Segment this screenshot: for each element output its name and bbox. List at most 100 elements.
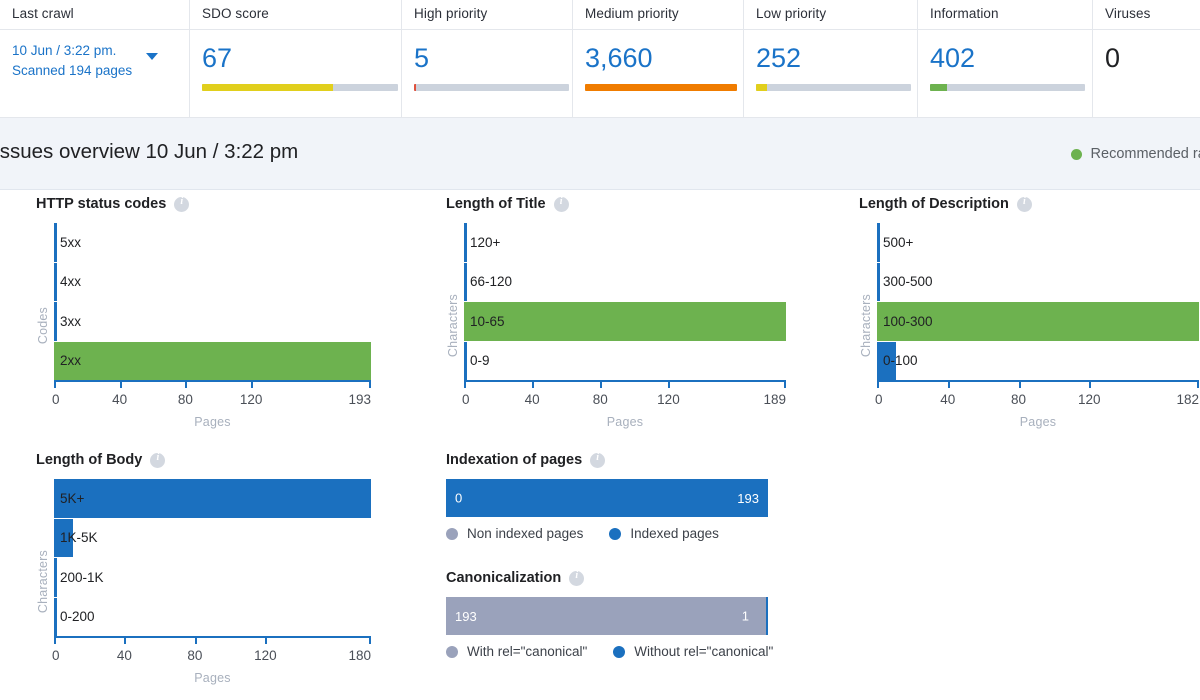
summary-value-sdo-score: 67 xyxy=(202,43,401,73)
last-crawl-info[interactable]: 10 Jun / 3:22 pm. Scanned 194 pages xyxy=(12,41,132,81)
bar-row[interactable]: 0-100 xyxy=(877,342,1199,381)
x-axis-tick-label: 0 xyxy=(875,392,883,407)
summary-cell-high-priority: High priority 5 xyxy=(402,0,573,117)
bar-row[interactable]: 5K+ xyxy=(54,479,371,518)
info-icon[interactable] xyxy=(174,197,189,212)
bar-row[interactable]: 66-120 xyxy=(464,263,786,302)
stack-segment-value: 193 xyxy=(728,491,768,506)
bar-row[interactable]: 10-65 xyxy=(464,302,786,341)
stack-segment[interactable]: 193 xyxy=(446,597,766,635)
bar-row[interactable]: 0-9 xyxy=(464,342,786,381)
x-axis-tick-label: 182 xyxy=(1176,392,1199,407)
bar-row[interactable]: 500+ xyxy=(877,223,1199,262)
y-axis-label: Characters xyxy=(859,294,873,357)
x-axis xyxy=(54,636,371,644)
stack-segment-value: 0 xyxy=(446,491,471,506)
stack-segment[interactable] xyxy=(766,597,768,635)
issues-overview-header: Issues overview 10 Jun / 3:22 pm Recomme… xyxy=(0,118,1200,190)
bar-row[interactable]: 100-300 xyxy=(877,302,1199,341)
info-icon[interactable] xyxy=(569,571,584,586)
bar-row[interactable]: 300-500 xyxy=(877,263,1199,302)
x-axis-tick xyxy=(1089,380,1091,388)
summary-value-medium-priority[interactable]: 3,660 xyxy=(585,43,743,73)
chart-title-length-of-body: Length of Body xyxy=(36,452,142,468)
x-axis-tick xyxy=(784,380,786,388)
x-axis-tick-label: 189 xyxy=(763,392,786,407)
info-icon[interactable] xyxy=(1017,197,1032,212)
meter-fill xyxy=(756,84,767,91)
bar-category-label: 100-300 xyxy=(877,314,933,329)
stack-segment-value: 193 xyxy=(446,609,486,624)
x-axis-tick-label: 120 xyxy=(657,392,680,407)
bars-container: 5xx4xx 3xx 2xx xyxy=(54,223,371,380)
x-axis-tick-label: 193 xyxy=(348,392,371,407)
bar-row[interactable]: 4xx xyxy=(54,263,371,302)
x-axis-tick-label: 0 xyxy=(462,392,470,407)
y-axis-label: Characters xyxy=(446,294,460,357)
x-axis-label: Pages xyxy=(54,671,371,685)
chart-panel-http-status-codes: HTTP status codes Codes 5xx4xx3xx2xx 040… xyxy=(36,196,371,429)
x-axis xyxy=(464,380,786,388)
bars-container: 500+ 300-500 100-300 0-100 xyxy=(877,223,1199,380)
x-axis-tick-label: 120 xyxy=(240,392,263,407)
legend-indexation: Non indexed pages Indexed pages xyxy=(446,526,768,541)
x-tick-labels: 04080120193 xyxy=(54,392,371,412)
info-icon[interactable] xyxy=(554,197,569,212)
bar-row[interactable]: 3xx xyxy=(54,302,371,341)
chevron-down-icon[interactable] xyxy=(146,53,158,60)
summary-label-high-priority: High priority xyxy=(414,0,572,21)
x-axis-tick xyxy=(532,380,534,388)
bar-row[interactable]: 2xx xyxy=(54,342,371,381)
x-axis-tick xyxy=(120,380,122,388)
info-icon[interactable] xyxy=(150,453,165,468)
stack-segment[interactable]: 193 xyxy=(446,479,768,517)
legend-item[interactable]: With rel="canonical" xyxy=(446,644,587,659)
legend-label: Recommended range xyxy=(1091,146,1200,162)
bar-row[interactable]: 5xx xyxy=(54,223,371,262)
divider xyxy=(402,29,572,30)
chart-title-indexation-of-pages: Indexation of pages xyxy=(446,452,582,468)
meter-fill xyxy=(414,84,416,91)
legend-item[interactable]: Non indexed pages xyxy=(446,526,583,541)
summary-meter-high-priority xyxy=(414,84,569,91)
summary-cell-medium-priority: Medium priority 3,660 xyxy=(573,0,744,117)
bar-category-label: 500+ xyxy=(877,235,913,250)
legend-item-label: Indexed pages xyxy=(630,526,719,541)
bars-container: 5K+1K-5K 200-1K 0-200 xyxy=(54,479,371,636)
summary-label-information: Information xyxy=(930,0,1092,21)
summary-value-high-priority[interactable]: 5 xyxy=(414,43,572,73)
x-axis-tick-label: 40 xyxy=(940,392,955,407)
bar-row[interactable]: 120+ xyxy=(464,223,786,262)
info-icon[interactable] xyxy=(590,453,605,468)
summary-value-low-priority[interactable]: 252 xyxy=(756,43,917,73)
x-axis-tick xyxy=(877,380,879,388)
y-axis-label: Codes xyxy=(36,307,50,344)
x-tick-labels: 04080120189 xyxy=(464,392,786,412)
x-axis-tick xyxy=(464,380,466,388)
x-axis-tick-label: 40 xyxy=(117,648,132,663)
summary-value-information[interactable]: 402 xyxy=(930,43,1092,73)
bar-row[interactable]: 0-200 xyxy=(54,598,371,637)
charts-grid: HTTP status codes Codes 5xx4xx 3xx 2xx 0 40… xyxy=(0,190,1200,700)
bar-category-label: 200-1K xyxy=(54,570,104,585)
bar-row[interactable]: 200-1K xyxy=(54,558,371,597)
x-axis-tick-label: 0 xyxy=(52,392,60,407)
bar-row[interactable]: 1K-5K xyxy=(54,519,371,558)
bar-category-label: 3xx xyxy=(54,314,81,329)
bar-category-label: 0-200 xyxy=(54,609,95,624)
chart-title-length-of-description: Length of Description xyxy=(859,196,1009,212)
x-axis-tick xyxy=(195,636,197,644)
bar-fill xyxy=(54,479,371,518)
x-axis-tick-label: 120 xyxy=(1078,392,1101,407)
legend-item[interactable]: Indexed pages xyxy=(609,526,719,541)
legend-dot-icon xyxy=(609,528,621,540)
legend-item[interactable]: Without rel="canonical" xyxy=(613,644,773,659)
chart-title-http-status-codes: HTTP status codes xyxy=(36,196,166,212)
stacked-bar-canonicalization: 1931 xyxy=(446,597,768,635)
divider xyxy=(0,29,189,30)
x-axis-tick-label: 120 xyxy=(254,648,277,663)
stacked-bar-indexation: 0 193 xyxy=(446,479,768,517)
summary-cell-viruses: Viruses 0 xyxy=(1093,0,1200,117)
x-axis-tick xyxy=(54,380,56,388)
x-axis-tick xyxy=(948,380,950,388)
